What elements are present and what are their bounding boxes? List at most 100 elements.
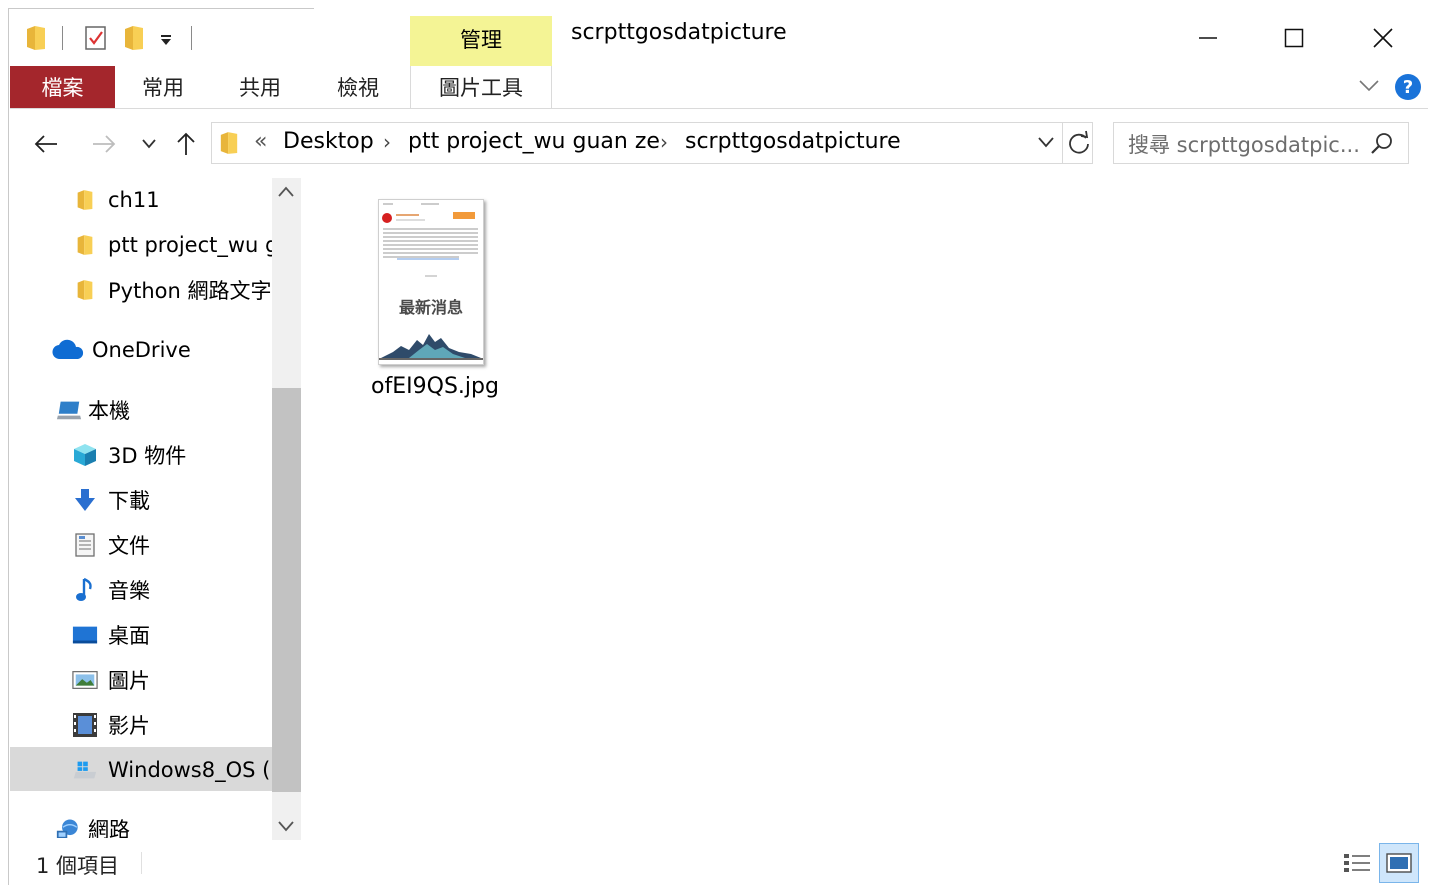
folder-icon xyxy=(72,232,98,258)
nav-item-label: OneDrive xyxy=(92,338,191,362)
file-name-label[interactable]: ofEI9QS.jpg xyxy=(358,374,512,399)
tab-file[interactable]: 檔案 xyxy=(10,66,115,108)
close-icon xyxy=(1373,28,1393,48)
video-icon xyxy=(72,712,98,738)
expand-ribbon-chevron-icon[interactable] xyxy=(1358,78,1380,98)
image-preview-icon xyxy=(379,200,483,364)
nav-item-label: Windows8_OS ( xyxy=(108,758,271,782)
search-input[interactable]: 搜尋 scrpttgosdatpic... xyxy=(1128,129,1360,159)
folder-icon xyxy=(72,187,98,213)
nav-item-label: 影片 xyxy=(108,714,150,738)
tab-home[interactable]: 常用 xyxy=(115,66,211,108)
nav-item-label: 下載 xyxy=(108,489,150,513)
network-icon xyxy=(56,816,82,838)
refresh-icon xyxy=(1069,130,1089,154)
ribbon-divider xyxy=(10,108,1428,109)
thumbnail-caption: 最新消息 xyxy=(398,298,463,317)
computer-icon xyxy=(56,397,82,423)
forward-button[interactable] xyxy=(86,124,122,164)
breadcrumb-chevron-icon[interactable]: › xyxy=(383,130,391,154)
nav-item-label: 3D 物件 xyxy=(108,444,187,468)
nav-item-label: 桌面 xyxy=(108,624,150,648)
toolbar-separator xyxy=(62,26,63,50)
chevron-down-icon xyxy=(1038,137,1054,148)
maximize-icon xyxy=(1284,28,1304,48)
tab-picture-tools[interactable]: 圖片工具 xyxy=(410,66,552,108)
recent-locations-button[interactable] xyxy=(136,124,162,164)
nav-item-pictures[interactable]: 圖片 xyxy=(72,660,150,700)
minimize-icon xyxy=(1199,37,1217,39)
tab-separator xyxy=(410,66,411,108)
nav-item-python[interactable]: Python 網路文字 xyxy=(72,270,271,310)
nav-item-label: 圖片 xyxy=(108,669,150,693)
breadcrumb-ptt-project[interactable]: ptt project_wu guan ze xyxy=(408,129,660,154)
details-view-icon xyxy=(1344,854,1370,872)
breadcrumb-chevron-icon[interactable]: › xyxy=(660,130,668,154)
minimize-button[interactable] xyxy=(1163,10,1253,66)
file-thumbnail[interactable] xyxy=(378,199,484,365)
scroll-up-icon[interactable] xyxy=(277,184,297,204)
pictures-icon xyxy=(72,667,98,693)
window-border-top xyxy=(8,8,314,9)
cloud-icon xyxy=(52,337,84,363)
nav-item-downloads[interactable]: 下載 xyxy=(72,480,150,520)
folder-icon xyxy=(219,130,241,156)
nav-item-documents[interactable]: 文件 xyxy=(72,525,150,565)
folder-icon[interactable] xyxy=(22,24,50,52)
details-view-button[interactable] xyxy=(1337,843,1377,883)
customize-toolbar-dropdown-icon[interactable] xyxy=(156,30,176,50)
nav-item-label: 音樂 xyxy=(108,579,150,603)
nav-item-3d-objects[interactable]: 3D 物件 xyxy=(72,435,186,475)
nav-item-videos[interactable]: 影片 xyxy=(72,705,150,745)
search-icon[interactable] xyxy=(1370,131,1396,157)
nav-item-network[interactable]: 網路 xyxy=(56,809,130,838)
desktop-icon xyxy=(72,622,98,648)
navigation-pane: ch11 ptt project_wu g Python 網路文字 OneDri… xyxy=(10,178,272,838)
nav-item-desktop[interactable]: 桌面 xyxy=(72,615,150,655)
refresh-button[interactable] xyxy=(1066,130,1094,158)
drive-icon xyxy=(72,757,98,783)
address-overflow[interactable]: « xyxy=(254,129,267,154)
help-icon[interactable]: ? xyxy=(1394,73,1422,101)
large-icons-view-button[interactable] xyxy=(1379,843,1419,883)
new-folder-icon[interactable] xyxy=(120,24,148,52)
nav-item-label: Python 網路文字 xyxy=(108,279,272,303)
nav-item-label: ch11 xyxy=(108,188,160,212)
up-button[interactable] xyxy=(172,124,200,164)
breadcrumb-current-folder[interactable]: scrpttgosdatpicture xyxy=(685,129,901,154)
breadcrumb-desktop[interactable]: Desktop xyxy=(283,129,374,154)
properties-check-icon[interactable] xyxy=(82,23,110,53)
nav-scrollbar-thumb[interactable] xyxy=(272,388,301,792)
large-icons-view-icon xyxy=(1386,853,1412,873)
scroll-down-icon[interactable] xyxy=(277,818,297,838)
download-icon xyxy=(72,487,98,513)
context-tab-group-label: 管理 xyxy=(460,28,502,52)
nav-item-windows8-os[interactable]: Windows8_OS ( xyxy=(72,750,270,790)
nav-item-onedrive[interactable]: OneDrive xyxy=(52,330,191,370)
tab-view[interactable]: 檢視 xyxy=(309,66,407,108)
close-button[interactable] xyxy=(1338,10,1428,66)
chevron-down-icon xyxy=(142,139,156,149)
maximize-button[interactable] xyxy=(1249,10,1339,66)
file-explorer-window: 管理 scrpttgosdatpicture 檔案 常用 共用 檢視 圖片工具 … xyxy=(0,0,1434,885)
address-history-dropdown[interactable] xyxy=(1036,134,1058,154)
nav-item-ch11[interactable]: ch11 xyxy=(72,180,160,220)
address-divider xyxy=(1062,122,1063,164)
window-title: scrpttgosdatpicture xyxy=(571,20,787,45)
svg-text:?: ? xyxy=(1403,77,1413,98)
folder-icon xyxy=(72,277,98,303)
nav-item-ptt-project[interactable]: ptt project_wu g xyxy=(72,225,272,265)
music-icon xyxy=(72,577,98,603)
cube-icon xyxy=(72,442,98,468)
status-item-count: 1 個項目 xyxy=(36,854,120,878)
back-arrow-icon xyxy=(34,135,57,153)
back-button[interactable] xyxy=(28,124,64,164)
nav-item-music[interactable]: 音樂 xyxy=(72,570,150,610)
tab-share[interactable]: 共用 xyxy=(211,66,309,108)
nav-item-label: 網路 xyxy=(88,818,130,838)
forward-arrow-icon xyxy=(93,135,116,153)
nav-item-label: ptt project_wu g xyxy=(108,233,272,257)
document-icon xyxy=(72,532,98,558)
nav-item-this-pc[interactable]: 本機 xyxy=(56,390,130,430)
up-arrow-icon xyxy=(177,132,195,155)
